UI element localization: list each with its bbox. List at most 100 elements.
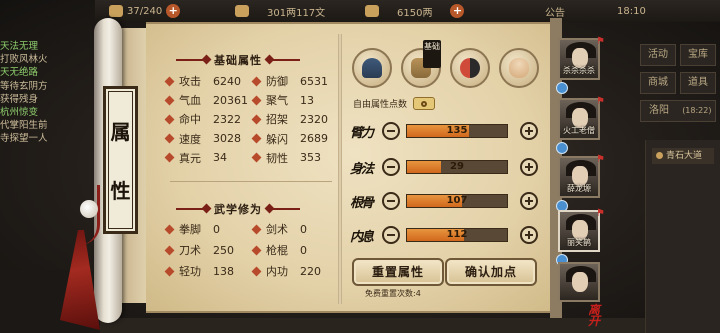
party-member-portrait[interactable]: 火工老僧 — [558, 98, 600, 140]
meditation-icon[interactable] — [499, 48, 539, 88]
attribute-value: 138 — [213, 264, 234, 278]
attribute-value: 0 — [300, 222, 307, 236]
hat-icon[interactable] — [352, 48, 392, 88]
gold-display: 6150两 + — [365, 4, 465, 19]
location-display: 洛阳 (18:22) — [640, 100, 716, 122]
attribute-label: 枪棍 — [266, 244, 288, 257]
stat-name: 内息 — [350, 229, 374, 245]
attribute-value: 250 — [213, 243, 234, 257]
diamond-bullet-icon — [164, 133, 175, 144]
attribute-item: 速度 3028 — [164, 131, 241, 147]
decrease-stat-button[interactable] — [382, 192, 400, 210]
attribute-label: 韧性 — [266, 151, 288, 165]
decrease-stat-button[interactable] — [382, 226, 400, 244]
shop-button[interactable]: 商城 — [640, 72, 676, 94]
title-ornament-right — [270, 208, 300, 210]
stat-name: 根骨 — [350, 195, 374, 211]
party-member-portrait[interactable] — [558, 262, 600, 302]
party-member-portrait[interactable]: 丽笑鹊 — [558, 210, 600, 252]
party-member-name: 薛龙塬 — [567, 184, 591, 193]
treasure-button[interactable]: 宝库 — [680, 44, 716, 66]
attribute-value: 6531 — [300, 74, 328, 88]
attribute-label: 命中 — [179, 113, 201, 127]
section-divider — [170, 181, 332, 182]
diamond-bullet-icon — [251, 245, 262, 255]
location-name: 洛阳 — [649, 105, 669, 116]
attribute-label: 防御 — [266, 75, 288, 88]
yin-yang-icon[interactable] — [450, 48, 490, 88]
attribute-item: 防御 6531 — [251, 73, 328, 89]
bottom-toolbar — [100, 318, 645, 333]
tab-attributes[interactable]: 属 性 — [103, 86, 138, 234]
title-ornament-left — [176, 208, 206, 210]
attribute-value: 0 — [300, 243, 307, 257]
party-member-portrait[interactable]: 薛龙塬 — [558, 156, 600, 198]
attribute-item: 轻功 138 — [164, 263, 234, 279]
diamond-bullet-icon — [251, 76, 262, 86]
increase-stat-button[interactable] — [520, 122, 538, 140]
tag-plate: 基础 — [423, 40, 441, 68]
chat-line: 杭州惊变 — [0, 106, 39, 118]
attribute-value: 0 — [213, 222, 220, 236]
attribute-item: 攻击 6240 — [164, 73, 241, 89]
diamond-bullet-icon — [164, 152, 175, 163]
quest-panel: 青石大道 — [645, 140, 720, 333]
stat-value: 135 — [446, 125, 468, 136]
diamond-bullet-icon — [251, 266, 262, 276]
attribute-label: 轻功 — [179, 265, 201, 278]
stat-row: 身法 29 — [350, 155, 538, 179]
battle-flag-icon: ⚑ — [596, 96, 605, 107]
gold-value: 6150两 — [397, 7, 433, 19]
attribute-item: 命中 2322 — [164, 111, 241, 127]
diamond-bullet-icon — [164, 76, 175, 86]
quest-item[interactable]: 青石大道 — [652, 148, 714, 164]
attribute-item: 韧性 353 — [251, 150, 321, 166]
party-member-portrait[interactable]: 杀杀杀杀 — [558, 38, 600, 80]
decrease-stat-button[interactable] — [382, 158, 400, 176]
chat-line: 打败风林火 — [0, 54, 48, 66]
decrease-stat-button[interactable] — [382, 122, 400, 140]
location-time: (18:22) — [682, 106, 712, 115]
attribute-label: 真元 — [179, 151, 201, 165]
attribute-value: 220 — [300, 264, 321, 278]
add-energy-button[interactable]: + — [166, 4, 181, 18]
reset-attributes-button[interactable]: 重置属性 — [352, 258, 444, 286]
increase-stat-button[interactable] — [520, 192, 538, 210]
increase-stat-button[interactable] — [520, 158, 538, 176]
gold-icon — [365, 5, 379, 17]
chat-line: 寺探望一人 — [0, 133, 48, 145]
battle-flag-icon: ⚑ — [596, 154, 605, 165]
attribute-value: 3028 — [213, 132, 241, 146]
attribute-item: 枪棍 0 — [251, 242, 307, 258]
clock-value: 18:10 — [617, 5, 646, 17]
notice-label: 公告 — [545, 7, 565, 19]
notice-button[interactable]: 公告 — [545, 4, 565, 19]
attribute-value: 6240 — [213, 74, 241, 88]
items-button[interactable]: 道具 — [680, 72, 716, 94]
attribute-label: 内功 — [266, 265, 288, 278]
attribute-item: 躲闪 2689 — [251, 131, 328, 147]
free-points-coin-icon — [413, 97, 436, 110]
stat-row: 内息 112 — [350, 223, 538, 247]
money-display: 301两117文 — [235, 4, 326, 19]
attribute-value: 2320 — [300, 112, 328, 126]
attribute-value: 2689 — [300, 132, 328, 146]
attribute-label: 气血 — [179, 94, 201, 108]
leave-button[interactable]: 离开 — [588, 304, 610, 327]
money-icon — [235, 5, 249, 17]
martial-title: 武学修为 — [176, 201, 300, 217]
chat-line: 天无绝路 — [0, 67, 39, 79]
battle-flag-icon: ⚑ — [596, 36, 605, 47]
tab-char-2: 性 — [110, 179, 131, 203]
party-member-name: 杀杀杀杀 — [563, 66, 595, 75]
activity-button[interactable]: 活动 — [640, 44, 676, 66]
attribute-value: 2322 — [213, 112, 241, 126]
confirm-points-button[interactable]: 确认加点 — [445, 258, 537, 286]
stat-bar: 29 — [406, 160, 508, 174]
money-value: 301两117文 — [267, 7, 326, 19]
stat-value: 112 — [446, 229, 468, 240]
increase-stat-button[interactable] — [520, 226, 538, 244]
top-status-bar: 37/240 + 301两117文 6150两 + 公告 18:10 — [95, 0, 720, 22]
add-gold-button[interactable]: + — [450, 4, 465, 18]
stat-row: 根骨 107 — [350, 189, 538, 213]
